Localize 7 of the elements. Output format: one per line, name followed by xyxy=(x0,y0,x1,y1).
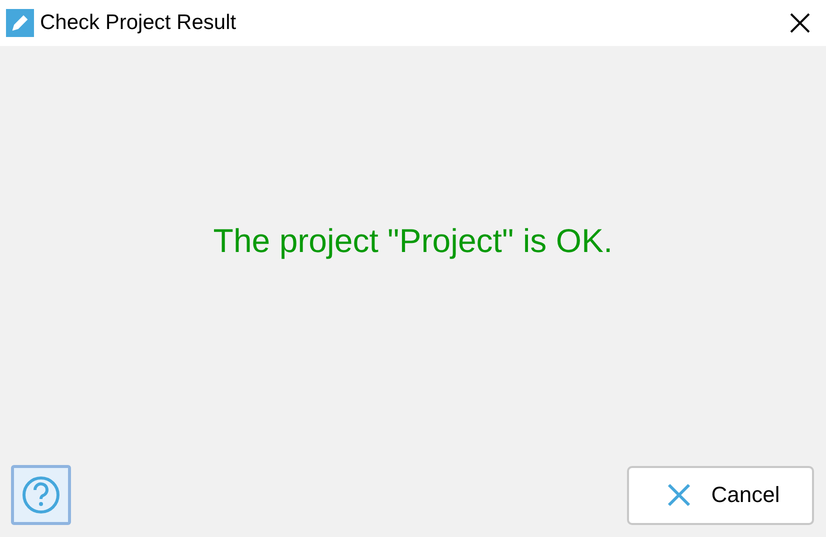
pencil-icon xyxy=(6,9,34,37)
close-icon xyxy=(667,483,692,507)
cancel-button[interactable]: Cancel xyxy=(627,466,814,524)
window-title: Check Project Result xyxy=(40,11,238,35)
result-message: The project "Project" is OK. xyxy=(213,222,613,260)
close-icon xyxy=(789,12,811,34)
help-icon xyxy=(21,475,61,515)
